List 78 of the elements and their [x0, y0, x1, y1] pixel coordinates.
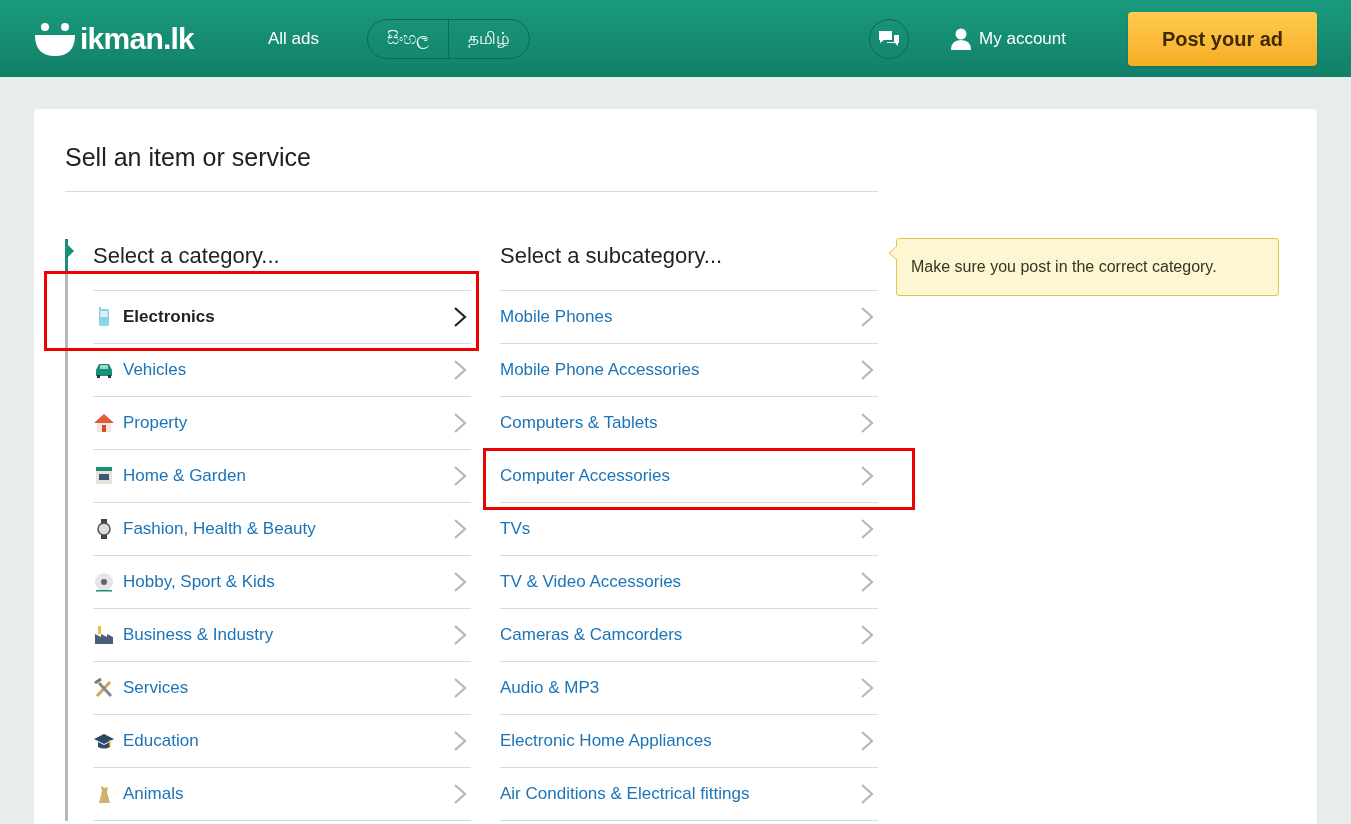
- category-row[interactable]: Property: [93, 396, 471, 450]
- row-label: Hobby, Sport & Kids: [123, 570, 276, 593]
- post-ad-button[interactable]: Post your ad: [1128, 11, 1317, 66]
- category-row[interactable]: Hobby, Sport & Kids: [93, 555, 471, 609]
- chevron-right-icon: [860, 411, 874, 434]
- logo-text[interactable]: ikman.lk: [80, 16, 195, 61]
- chevron-right-icon: [453, 305, 467, 328]
- chevron-right-icon: [453, 623, 467, 646]
- category-row[interactable]: Mobile Phone Accessories: [500, 343, 878, 397]
- row-label: Electronic Home Appliances: [500, 729, 713, 752]
- row-label: Mobile Phone Accessories: [500, 358, 701, 381]
- chevron-right-icon: [860, 782, 874, 805]
- category-row[interactable]: Computers & Tablets: [500, 396, 878, 450]
- category-heading: Select a category...: [93, 241, 281, 270]
- chevron-right-icon: [860, 305, 874, 328]
- row-label: Animals: [123, 782, 185, 805]
- row-label: Services: [123, 676, 190, 699]
- chevron-right-icon: [453, 729, 467, 752]
- house-icon: [93, 411, 115, 434]
- category-row[interactable]: TV & Video Accessories: [500, 555, 878, 609]
- category-row[interactable]: Air Conditions & Electrical fittings: [500, 767, 878, 821]
- chevron-right-icon: [453, 570, 467, 593]
- category-row[interactable]: Mobile Phones: [500, 290, 878, 344]
- row-label: TV & Video Accessories: [500, 570, 683, 593]
- subcategory-heading: Select a subcategory...: [500, 241, 724, 270]
- row-label: Vehicles: [123, 358, 188, 381]
- row-label: Electronics: [123, 305, 216, 328]
- category-row[interactable]: Education: [93, 714, 471, 768]
- step-marker: [65, 238, 68, 271]
- category-row[interactable]: Vehicles: [93, 343, 471, 397]
- category-row[interactable]: Cameras & Camcorders: [500, 608, 878, 662]
- page-title: Sell an item or service: [65, 139, 878, 192]
- chevron-right-icon: [860, 623, 874, 646]
- row-label: Home & Garden: [123, 464, 247, 487]
- row-label: Air Conditions & Electrical fittings: [500, 782, 751, 805]
- chevron-right-icon: [453, 358, 467, 381]
- row-label: Fashion, Health & Beauty: [123, 517, 317, 540]
- row-label: Mobile Phones: [500, 305, 614, 328]
- row-label: Business & Industry: [123, 623, 275, 646]
- all-ads-link[interactable]: All ads: [268, 25, 320, 52]
- category-row[interactable]: Animals: [93, 767, 471, 821]
- chevron-right-icon: [860, 517, 874, 540]
- chevron-right-icon: [453, 517, 467, 540]
- chevron-right-icon: [860, 676, 874, 699]
- stove-icon: [93, 464, 115, 487]
- row-label: Cameras & Camcorders: [500, 623, 684, 646]
- chevron-right-icon: [860, 358, 874, 381]
- category-row[interactable]: Business & Industry: [93, 608, 471, 662]
- user-icon: [951, 27, 972, 50]
- row-label: Computer Accessories: [500, 464, 672, 487]
- row-label: TVs: [500, 517, 532, 540]
- chevron-right-icon: [860, 729, 874, 752]
- chevron-right-icon: [453, 782, 467, 805]
- chevron-right-icon: [860, 570, 874, 593]
- category-row[interactable]: Home & Garden: [93, 449, 471, 503]
- row-label: Property: [123, 411, 189, 434]
- category-row[interactable]: Fashion, Health & Beauty: [93, 502, 471, 556]
- row-label: Computers & Tablets: [500, 411, 659, 434]
- category-row[interactable]: Electronic Home Appliances: [500, 714, 878, 768]
- language-button[interactable]: සිංහල: [368, 19, 449, 58]
- chevron-right-icon: [453, 411, 467, 434]
- smiley-logo-icon: [34, 20, 76, 57]
- language-button[interactable]: தமிழ்: [448, 19, 530, 58]
- row-label: Education: [123, 729, 200, 752]
- category-row[interactable]: Computer Accessories: [500, 449, 878, 503]
- chevron-right-icon: [453, 676, 467, 699]
- factory-icon: [93, 623, 115, 646]
- category-row[interactable]: Audio & MP3: [500, 661, 878, 715]
- row-label: Audio & MP3: [500, 676, 601, 699]
- ball-icon: [93, 570, 115, 593]
- chevron-right-icon: [860, 464, 874, 487]
- category-row[interactable]: TVs: [500, 502, 878, 556]
- account-button[interactable]: My account: [951, 25, 1066, 52]
- tools-icon: [93, 676, 115, 699]
- chevron-right-icon: [453, 464, 467, 487]
- category-row[interactable]: Services: [93, 661, 471, 715]
- step-pointer-icon: [68, 244, 74, 257]
- tip-text: Make sure you post in the correct category.: [911, 256, 1217, 277]
